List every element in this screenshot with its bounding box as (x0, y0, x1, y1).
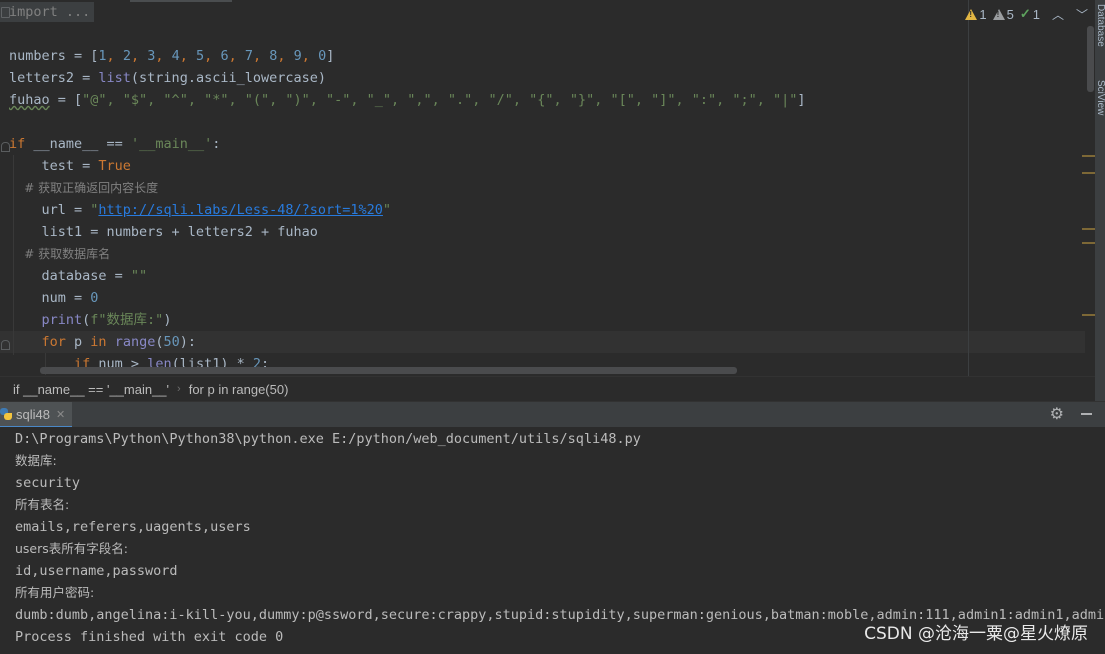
close-icon[interactable]: ✕ (56, 408, 65, 421)
weak-warnings-count: 5 (1006, 6, 1014, 22)
right-margin-guide (968, 0, 969, 376)
code-line: num = 0 (9, 290, 99, 306)
gear-icon[interactable]: ⚙ (1050, 406, 1064, 424)
console-line: 所有用户密码: (15, 585, 95, 600)
console-line: 数据库: (15, 453, 57, 468)
console-line: Process finished with exit code 0 (15, 629, 284, 645)
typo-check-icon: ✓ (1019, 6, 1031, 21)
console-line: D:\Programs\Python\Python38\python.exe E… (15, 431, 641, 447)
code-line: fuhao = ["@", "$", "^", "*", "(", ")", "… (9, 92, 806, 108)
run-tab-label: sqli48 (16, 406, 50, 422)
inspections-widget[interactable]: 1 5 ✓1 ︿ ﹀ (965, 6, 1088, 22)
code-line: for p in range(50): (41, 334, 197, 350)
console-line: 所有表名: (15, 497, 70, 512)
console-line: security (15, 475, 81, 491)
vertical-scrollbar[interactable] (1087, 26, 1094, 92)
error-stripe-mark[interactable] (1082, 228, 1096, 230)
breadcrumb-item[interactable]: for p in range(50) (189, 382, 289, 397)
fold-chip-label: import ... (9, 4, 91, 20)
database-tool-tab[interactable]: Database (1095, 4, 1105, 47)
error-stripe-mark[interactable] (1082, 155, 1096, 157)
csdn-watermark: CSDN @沧海一粟@星火燎原 (864, 624, 1088, 644)
previous-highlight-chevron-up-icon[interactable]: ︿ (1052, 6, 1064, 23)
code-editor[interactable]: import ... numbers = [1, 2, 3, 4, 5, 6, … (0, 0, 1100, 376)
horizontal-scrollbar[interactable] (40, 367, 737, 374)
warnings-indicator[interactable]: 1 (965, 6, 987, 22)
breadcrumb-separator-icon: › (177, 383, 181, 395)
code-line: url = "http://sqli.labs/Less-48/?sort=1%… (9, 202, 392, 218)
run-tab-sqli48[interactable]: sqli48 ✕ (0, 402, 72, 428)
typos-indicator[interactable]: ✓ 1 (1020, 6, 1040, 22)
error-stripe-mark[interactable] (1082, 172, 1096, 174)
weak-warnings-indicator[interactable]: 5 (992, 6, 1014, 22)
code-line: numbers = [1, 2, 3, 4, 5, 6, 7, 8, 9, 0] (9, 48, 335, 64)
sciview-tool-tab[interactable]: SciView (1095, 80, 1105, 115)
code-line: if __name__ == '__main__': (9, 136, 221, 152)
console-output[interactable]: D:\Programs\Python\Python38\python.exe E… (0, 427, 1105, 654)
code-comment: # 获取正确返回内容长度 (9, 181, 159, 195)
run-panel-header: sqli48 ✕ ⚙ (0, 401, 1105, 428)
fold-icon[interactable] (1, 7, 10, 18)
python-icon (0, 408, 12, 420)
code-line: database = "" (9, 268, 148, 284)
console-line: id,username,password (15, 563, 178, 579)
editor-tab-indicator (130, 0, 232, 2)
url-link[interactable]: http://sqli.labs/Less-48/?sort=1%20 (98, 202, 382, 218)
code-line: letters2 = list(string.ascii_lowercase) (9, 70, 326, 86)
error-stripe-mark[interactable] (1082, 242, 1096, 244)
next-highlight-chevron-down-icon[interactable]: ﹀ (1076, 6, 1088, 23)
warnings-count: 1 (979, 6, 987, 22)
code-comment: # 获取数据库名 (9, 247, 111, 261)
console-line: users表所有字段名: (15, 541, 128, 556)
breadcrumb: if __name__ == '__main__' › for p in ran… (0, 376, 1095, 401)
error-stripe-mark[interactable] (1082, 314, 1096, 316)
code-line: print(f"数据库:") (41, 312, 172, 328)
typos-count: 1 (1032, 6, 1040, 22)
breadcrumb-item[interactable]: if __name__ == '__main__' (13, 382, 169, 397)
weak-warning-icon (992, 8, 1005, 20)
code-line: list1 = numbers + letters2 + fuhao (9, 224, 318, 240)
console-line: emails,referers,uagents,users (15, 519, 251, 535)
import-fold-region[interactable]: import ... (0, 2, 95, 22)
warning-icon (965, 8, 978, 20)
code-line: test = True (9, 158, 131, 174)
right-tool-strip: Database SciView (1095, 0, 1105, 410)
minimize-icon[interactable] (1081, 413, 1092, 415)
